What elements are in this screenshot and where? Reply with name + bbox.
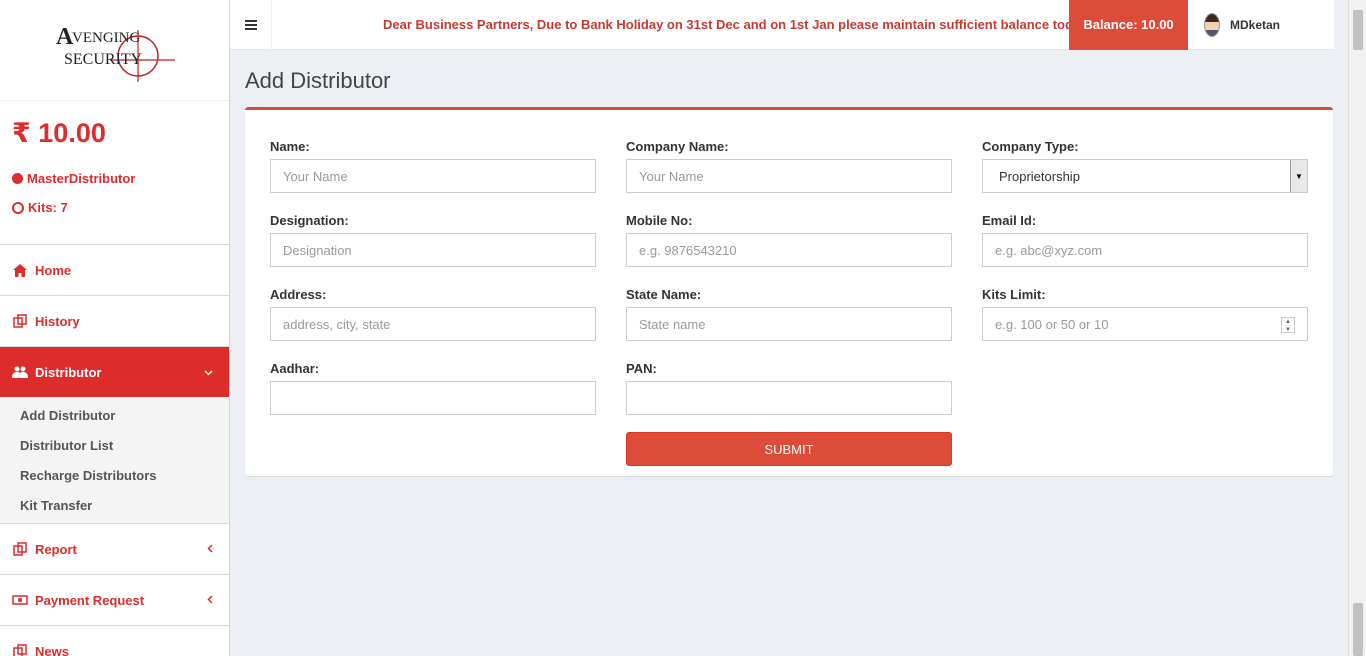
sidebar-account-info: ₹ 10.00 MasterDistributor Kits: 7 xyxy=(0,100,229,244)
online-dot-icon xyxy=(12,173,23,184)
scrollbar-thumb-top[interactable] xyxy=(1353,10,1363,50)
announcement-marquee: Dear Business Partners, Due to Bank Holi… xyxy=(272,0,1069,50)
sidebar-item-label: News xyxy=(35,643,69,656)
company-type-field-group: Company Type: Proprietorship ▼ xyxy=(982,139,1308,193)
header-balance[interactable]: Balance: 10.00 xyxy=(1069,0,1188,50)
company-name-label: Company Name: xyxy=(626,139,729,154)
aadhar-label: Aadhar: xyxy=(270,361,320,376)
user-menu[interactable]: MDketan xyxy=(1188,0,1280,50)
designation-input[interactable]: Designation xyxy=(270,233,596,267)
company-name-field-group: Company Name: Your Name xyxy=(626,139,952,193)
submenu-distributor-list[interactable]: Distributor List xyxy=(0,431,229,461)
add-distributor-form: Name: Your Name Company Name: Your Name … xyxy=(245,107,1333,476)
aadhar-field-group: Aadhar: xyxy=(270,361,596,415)
state-label: State Name: xyxy=(626,287,702,302)
email-input[interactable]: e.g. abc@xyz.com xyxy=(982,233,1308,267)
svg-text:SECURITY: SECURITY xyxy=(64,51,143,68)
money-icon xyxy=(12,594,28,606)
email-field-group: Email Id: e.g. abc@xyz.com xyxy=(982,213,1308,267)
copy-icon xyxy=(12,542,28,556)
users-icon xyxy=(12,366,28,378)
role-status: MasterDistributor xyxy=(12,171,217,186)
user-circle-icon xyxy=(12,201,24,214)
submenu-add-distributor[interactable]: Add Distributor xyxy=(0,401,229,431)
chevron-down-icon xyxy=(204,365,213,379)
address-field-group: Address: address, city, state xyxy=(270,287,596,341)
sidebar-item-payment-request[interactable]: Payment Request xyxy=(0,574,229,625)
scrollbar-thumb-bottom[interactable] xyxy=(1353,603,1363,656)
kits-label: Kits: 7 xyxy=(28,200,68,215)
sidebar-item-news[interactable]: News xyxy=(0,625,229,656)
kits-limit-field-group: Kits Limit: e.g. 100 or 50 or 10 ▲ ▼ xyxy=(982,287,1308,341)
chevron-left-icon xyxy=(207,542,213,556)
role-label: MasterDistributor xyxy=(27,171,136,186)
sidebar-item-home[interactable]: Home xyxy=(0,244,229,295)
state-input[interactable]: State name xyxy=(626,307,952,341)
submit-button[interactable]: SUBMIT xyxy=(626,432,952,466)
menu-toggle-icon[interactable] xyxy=(230,0,272,50)
sidebar-item-history[interactable]: History xyxy=(0,295,229,346)
address-label: Address: xyxy=(270,287,327,302)
number-spinner-icon[interactable]: ▲ ▼ xyxy=(1281,317,1295,333)
chevron-left-icon xyxy=(207,593,213,607)
sidebar-item-label: Payment Request xyxy=(35,592,145,608)
copy-icon xyxy=(12,314,28,328)
mobile-label: Mobile No: xyxy=(626,213,693,228)
sidebar: A VENGING SECURITY ₹ 10.00 MasterDistrib… xyxy=(0,0,230,656)
home-icon xyxy=(12,263,28,277)
designation-label: Designation: xyxy=(270,213,349,228)
sidebar-item-label: History xyxy=(35,313,80,329)
announcement-text: Dear Business Partners, Due to Bank Holi… xyxy=(383,17,1069,32)
company-name-input[interactable]: Your Name xyxy=(626,159,952,193)
vertical-scrollbar[interactable] xyxy=(1348,0,1366,656)
top-navbar: Dear Business Partners, Due to Bank Holi… xyxy=(230,0,1334,50)
sidebar-item-label: Distributor xyxy=(35,364,102,380)
state-field-group: State Name: State name xyxy=(626,287,952,341)
designation-field-group: Designation: Designation xyxy=(270,213,596,267)
submenu-kit-transfer[interactable]: Kit Transfer xyxy=(0,491,229,521)
company-type-select[interactable]: Proprietorship ▼ xyxy=(982,159,1308,193)
sidebar-item-report[interactable]: Report xyxy=(0,523,229,574)
pan-input[interactable] xyxy=(626,381,952,415)
sidebar-item-label: Home xyxy=(35,262,72,278)
sidebar-item-label: Report xyxy=(35,541,77,557)
pan-label: PAN: xyxy=(626,361,657,376)
mobile-input[interactable]: e.g. 9876543210 xyxy=(626,233,952,267)
company-type-label: Company Type: xyxy=(982,139,1079,154)
submenu-recharge-distributors[interactable]: Recharge Distributors xyxy=(0,461,229,491)
distributor-submenu: Add Distributor Distributor List Recharg… xyxy=(0,397,229,523)
kits-count: Kits: 7 xyxy=(12,200,217,215)
address-input[interactable]: address, city, state xyxy=(270,307,596,341)
avatar xyxy=(1204,12,1220,37)
sidebar-balance: ₹ 10.00 xyxy=(12,118,106,148)
pan-field-group: PAN: xyxy=(626,361,952,415)
page-title: Add Distributor xyxy=(245,68,391,93)
sidebar-item-distributor[interactable]: Distributor xyxy=(0,346,229,397)
dropdown-arrow-icon: ▼ xyxy=(1290,160,1307,192)
svg-text:VENGING: VENGING xyxy=(72,30,140,46)
kits-limit-input[interactable]: e.g. 100 or 50 or 10 ▲ ▼ xyxy=(982,307,1308,341)
logo[interactable]: A VENGING SECURITY xyxy=(0,0,229,100)
kits-limit-label: Kits Limit: xyxy=(982,287,1046,302)
name-input[interactable]: Your Name xyxy=(270,159,596,193)
logo-image: A VENGING SECURITY xyxy=(56,24,175,82)
copy-icon xyxy=(12,644,28,656)
email-label: Email Id: xyxy=(982,213,1037,228)
username: MDketan xyxy=(1229,17,1280,32)
name-label: Name: xyxy=(270,139,310,154)
name-field-group: Name: Your Name xyxy=(270,139,596,193)
mobile-field-group: Mobile No: e.g. 9876543210 xyxy=(626,213,952,267)
aadhar-input[interactable] xyxy=(270,381,596,415)
